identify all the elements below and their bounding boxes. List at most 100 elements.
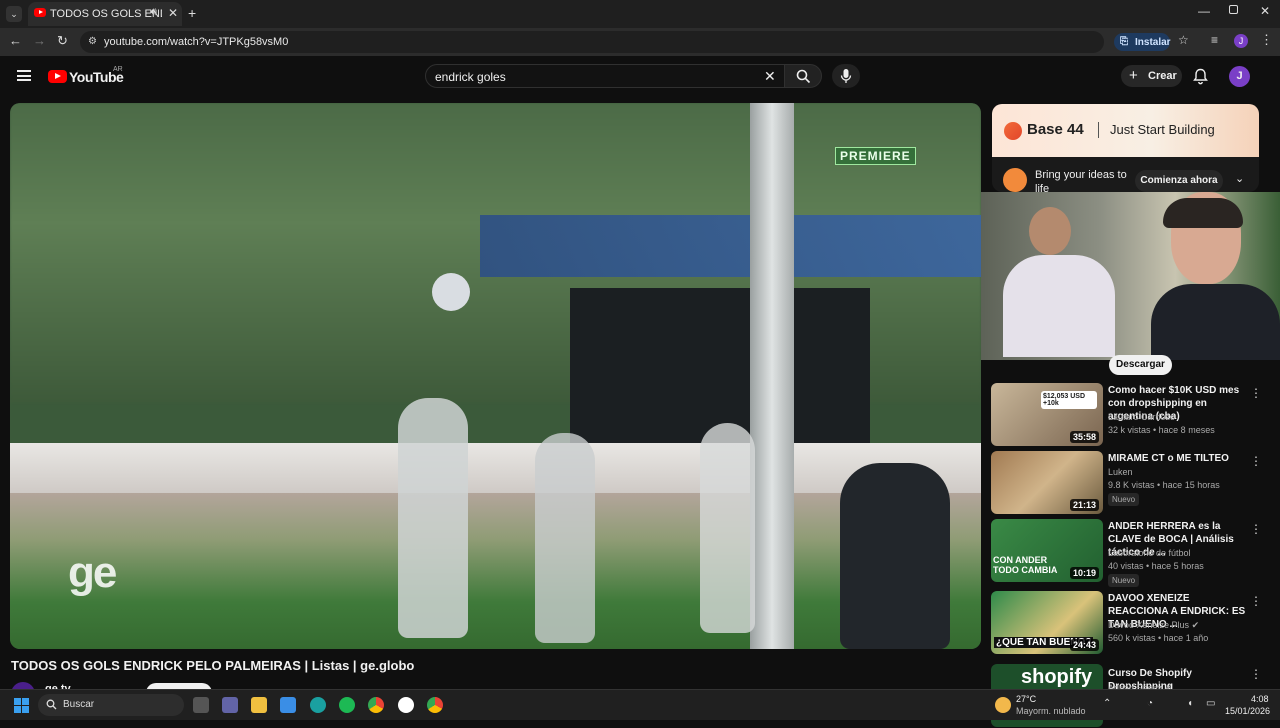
github-icon[interactable]	[398, 697, 414, 713]
video-meta: 32 k vistas • hace 8 meses	[1108, 425, 1215, 435]
tab-close-icon[interactable]: ✕	[168, 6, 178, 20]
ad-banner[interactable]: Base 44 Just Start Building	[992, 104, 1259, 157]
tab-search-button[interactable]: ⌄	[6, 6, 22, 22]
verified-icon: ✔	[1191, 620, 1200, 630]
video-thumbnail[interactable]: $12,053 USD +10k 35:58	[991, 383, 1103, 446]
list-item[interactable]: 21:13 MIRAME CT o ME TILTEO Luken 9.8 K …	[991, 451, 1280, 515]
player-figure	[700, 423, 755, 633]
account-avatar[interactable]: J	[1229, 66, 1250, 87]
search-icon	[796, 69, 811, 84]
restore-icon[interactable]	[1229, 5, 1238, 14]
more-options-icon[interactable]: ⋮	[1250, 386, 1262, 400]
browser-menu-icon[interactable]: ⋮	[1260, 32, 1273, 48]
reload-icon[interactable]: ↻	[57, 33, 68, 49]
close-window-icon[interactable]: ✕	[1260, 4, 1270, 18]
weather-icon[interactable]	[995, 697, 1011, 713]
audio-playing-icon[interactable]: 🔊︎	[150, 6, 157, 19]
chrome-icon[interactable]	[368, 697, 384, 713]
file-explorer-icon[interactable]	[251, 697, 267, 713]
video-thumbnail[interactable]: 21:13	[991, 451, 1103, 514]
more-options-icon[interactable]: ⋮	[1250, 522, 1262, 536]
bookmark-star-icon[interactable]: ☆	[1178, 33, 1189, 47]
more-options-icon[interactable]: ⋮	[1250, 594, 1262, 608]
search-input[interactable]: endrick goles ✕	[425, 64, 785, 88]
reading-list-icon[interactable]: ≡	[1211, 33, 1218, 47]
voice-search-button[interactable]	[832, 64, 860, 88]
browser-tab[interactable]: TODOS OS GOLS ENDRICK 🔊︎ ✕	[28, 2, 182, 26]
video-title: TODOS OS GOLS ENDRICK PELO PALMEIRAS | L…	[11, 658, 415, 673]
install-app-button[interactable]: ⎘ Instalar	[1114, 33, 1171, 51]
install-icon: ⎘	[1120, 36, 1128, 47]
search-button[interactable]	[784, 64, 822, 88]
volume-icon[interactable]: ◖	[1187, 698, 1193, 709]
browser-profile-avatar[interactable]: J	[1234, 34, 1248, 48]
address-bar[interactable]: ⚙ youtube.com/watch?v=JTPKg58vsM0	[80, 31, 1104, 53]
microphone-icon	[840, 69, 852, 83]
download-button[interactable]: Descargar	[1109, 355, 1172, 375]
back-icon[interactable]: ←	[9, 33, 22, 48]
taskbar-search-input[interactable]: Buscar	[38, 694, 184, 716]
stadium-banner	[480, 215, 981, 277]
clock-time[interactable]: 4:08	[1251, 694, 1269, 704]
weather-desc: Mayorm. nublado	[1016, 706, 1086, 716]
player-figure	[535, 433, 595, 643]
minimize-icon[interactable]: —	[1198, 4, 1210, 18]
microsoft-store-icon[interactable]	[280, 697, 296, 713]
chevron-down-icon[interactable]: ⌄	[1235, 172, 1244, 185]
goal-post	[750, 103, 794, 649]
url-text: youtube.com/watch?v=JTPKg58vsM0	[104, 36, 289, 48]
create-label: Crear	[1148, 70, 1177, 82]
person-right	[1151, 192, 1280, 360]
region-code: AR	[113, 66, 123, 73]
windows-taskbar: Buscar 27°C Mayorm. nublado ⌃ ◔ ◖ ▭ 4:08…	[0, 689, 1280, 720]
spotify-icon[interactable]	[339, 697, 355, 713]
teams-icon[interactable]	[222, 697, 238, 713]
browser-tab-strip: ⌄ TODOS OS GOLS ENDRICK 🔊︎ ✕ + — ✕	[0, 0, 1280, 28]
taskbar-search-placeholder: Buscar	[63, 699, 95, 710]
clock-date[interactable]: 15/01/2026	[1225, 706, 1270, 716]
ad-cta-button[interactable]: Comienza ahora	[1135, 170, 1223, 192]
more-options-icon[interactable]: ⋮	[1250, 667, 1262, 681]
channel-name[interactable]: Lautaro Cardozo	[1108, 412, 1175, 422]
site-info-icon[interactable]: ⚙	[88, 36, 97, 47]
ge-watermark: ge	[68, 548, 117, 597]
create-button[interactable]: + Crear	[1121, 65, 1182, 87]
video-meta: 40 vistas • hace 5 horas	[1108, 561, 1204, 571]
ball	[432, 273, 470, 311]
battery-icon[interactable]: ▭	[1206, 698, 1215, 709]
base44-logo-icon	[1004, 122, 1022, 140]
player-figure	[398, 398, 468, 638]
install-label: Instalar	[1135, 37, 1171, 48]
video-thumbnail[interactable]: ¿QUE TAN BUENO? 24:43	[991, 591, 1103, 654]
sponsored-ad-card[interactable]: Base 44 Just Start Building Bring your i…	[992, 104, 1259, 192]
task-view-icon[interactable]	[193, 697, 209, 713]
edge-icon[interactable]	[310, 697, 326, 713]
channel-name[interactable]: Laboratorio de fútbol	[1108, 548, 1191, 558]
list-item[interactable]: ¿QUE TAN BUENO? 24:43 DAVOO XENEIZE REAC…	[991, 591, 1280, 655]
duration-badge: 10:19	[1069, 567, 1099, 579]
duration-badge: 21:13	[1069, 499, 1099, 511]
notifications-bell-icon[interactable]	[1193, 68, 1208, 90]
hamburger-menu-icon[interactable]	[17, 70, 31, 81]
list-item[interactable]: $12,053 USD +10k 35:58 Como hacer $10K U…	[991, 383, 1280, 447]
search-icon	[46, 699, 57, 710]
channel-name[interactable]: Luken	[1108, 467, 1133, 477]
channel-name-text: Davoo Xeneize Plus	[1108, 620, 1190, 630]
tray-overflow-icon[interactable]: ⌃	[1103, 698, 1111, 709]
video-title[interactable]: MIRAME CT o ME TILTEO	[1108, 452, 1248, 465]
advertiser-avatar	[1003, 168, 1027, 192]
clear-search-icon[interactable]: ✕	[764, 68, 776, 85]
thumbnail-caption: CON ANDER TODO CAMBIA	[993, 555, 1058, 575]
windows-start-icon[interactable]	[14, 698, 29, 713]
tab-title: TODOS OS GOLS ENDRICK	[50, 8, 162, 20]
channel-name[interactable]: Davoo Xeneize Plus ✔	[1108, 620, 1199, 631]
network-icon[interactable]: ◔	[1147, 698, 1153, 709]
video-thumbnail[interactable]: CON ANDER TODO CAMBIA 10:19	[991, 519, 1103, 582]
list-item[interactable]: CON ANDER TODO CAMBIA 10:19 ANDER HERRER…	[991, 519, 1280, 587]
new-tab-button[interactable]: +	[188, 5, 196, 21]
video-player[interactable]: PREMIERE ge	[10, 103, 981, 649]
chrome-active-icon[interactable]	[427, 697, 443, 713]
ad-tagline: Just Start Building	[1110, 122, 1215, 137]
forward-icon[interactable]: →	[33, 33, 46, 48]
more-options-icon[interactable]: ⋮	[1250, 454, 1262, 468]
